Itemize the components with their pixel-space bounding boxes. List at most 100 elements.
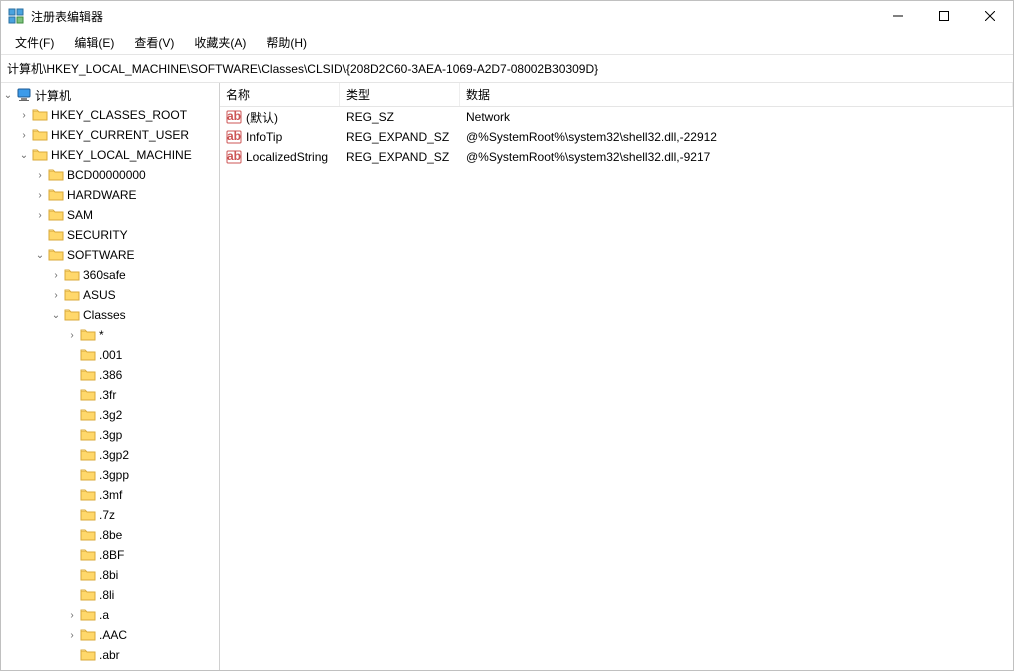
value-type: REG_EXPAND_SZ: [340, 130, 460, 144]
list-row[interactable]: ab(默认)REG_SZNetwork: [220, 107, 1013, 127]
tree-node[interactable]: .3mf: [1, 485, 219, 505]
string-value-icon: ab: [226, 130, 242, 144]
tree-view[interactable]: ⌄ 计算机 › HKEY_CLASSES_ROOT ›HKEY_CURRENT_USER…: [1, 83, 220, 670]
tree-node[interactable]: ›HARDWARE: [1, 185, 219, 205]
folder-icon: [47, 168, 65, 182]
menu-favorites[interactable]: 收藏夹(A): [184, 32, 256, 53]
chevron-right-icon[interactable]: ›: [65, 330, 79, 341]
tree-node[interactable]: › 360safe: [1, 265, 219, 285]
col-data[interactable]: 数据: [460, 83, 1013, 106]
tree-node[interactable]: .001: [1, 345, 219, 365]
tree-node[interactable]: ⌄Classes: [1, 305, 219, 325]
chevron-right-icon[interactable]: ›: [49, 290, 63, 301]
tree-node[interactable]: ›.AAC: [1, 625, 219, 645]
tree-node-label: .8be: [99, 528, 126, 542]
tree-node[interactable]: .8BF: [1, 545, 219, 565]
tree-node-label: 360safe: [83, 268, 130, 282]
tree-node-label: HKEY_LOCAL_MACHINE: [51, 148, 196, 162]
value-name: LocalizedString: [246, 150, 328, 164]
folder-icon: [79, 348, 97, 362]
tree-node-label: 计算机: [35, 87, 75, 104]
chevron-right-icon[interactable]: ›: [33, 190, 47, 201]
svg-text:ab: ab: [227, 110, 241, 123]
list-view: 名称 类型 数据 ab(默认)REG_SZNetworkabInfoTipREG…: [220, 83, 1013, 670]
tree-node[interactable]: .3gp2: [1, 445, 219, 465]
chevron-right-icon[interactable]: ›: [33, 210, 47, 221]
tree-node[interactable]: .3g2: [1, 405, 219, 425]
tree-node[interactable]: › ASUS: [1, 285, 219, 305]
folder-icon: [79, 608, 97, 622]
tree-node[interactable]: .7z: [1, 505, 219, 525]
tree-node[interactable]: .8bi: [1, 565, 219, 585]
menu-file[interactable]: 文件(F): [5, 32, 64, 53]
menubar: 文件(F) 编辑(E) 查看(V) 收藏夹(A) 帮助(H): [1, 31, 1013, 55]
list-row[interactable]: abLocalizedStringREG_EXPAND_SZ@%SystemRo…: [220, 147, 1013, 167]
tree-node[interactable]: ⌄ SOFTWARE: [1, 245, 219, 265]
folder-icon: [31, 128, 49, 142]
tree-node[interactable]: .8be: [1, 525, 219, 545]
tree-node[interactable]: ›HKEY_CURRENT_USER: [1, 125, 219, 145]
folder-icon: [79, 568, 97, 582]
chevron-right-icon[interactable]: ›: [17, 110, 31, 121]
chevron-right-icon[interactable]: ›: [49, 270, 63, 281]
tree-node[interactable]: ⌄ HKEY_LOCAL_MACHINE: [1, 145, 219, 165]
chevron-right-icon[interactable]: ›: [65, 610, 79, 621]
list-row[interactable]: abInfoTipREG_EXPAND_SZ@%SystemRoot%\syst…: [220, 127, 1013, 147]
list-body[interactable]: ab(默认)REG_SZNetworkabInfoTipREG_EXPAND_S…: [220, 107, 1013, 670]
tree-node-label: .3g2: [99, 408, 126, 422]
col-type[interactable]: 类型: [340, 83, 460, 106]
tree-node-label: .8BF: [99, 548, 128, 562]
folder-icon: [79, 448, 97, 462]
tree-node-label: *: [99, 328, 108, 342]
tree-node[interactable]: .3gpp: [1, 465, 219, 485]
tree-node[interactable]: .3fr: [1, 385, 219, 405]
chevron-right-icon[interactable]: ›: [65, 630, 79, 641]
tree-node[interactable]: ›BCD00000000: [1, 165, 219, 185]
list-header: 名称 类型 数据: [220, 83, 1013, 107]
address-bar[interactable]: 计算机\HKEY_LOCAL_MACHINE\SOFTWARE\Classes\…: [1, 55, 1013, 83]
window-controls: [875, 1, 1013, 31]
folder-icon: [79, 648, 97, 662]
registry-editor-window: 注册表编辑器 文件(F) 编辑(E) 查看(V) 收藏夹(A) 帮助(H) 计算…: [0, 0, 1014, 671]
tree-node[interactable]: .386: [1, 365, 219, 385]
tree-node[interactable]: .8li: [1, 585, 219, 605]
tree-node[interactable]: ›.a: [1, 605, 219, 625]
folder-icon: [79, 488, 97, 502]
tree-node-label: .3gpp: [99, 468, 133, 482]
chevron-down-icon[interactable]: ⌄: [1, 90, 15, 101]
folder-icon: [63, 308, 81, 322]
chevron-right-icon[interactable]: ›: [17, 130, 31, 141]
menu-edit[interactable]: 编辑(E): [64, 32, 124, 53]
menu-view[interactable]: 查看(V): [124, 32, 184, 53]
tree-node-label: .001: [99, 348, 126, 362]
tree-node[interactable]: ›*: [1, 325, 219, 345]
folder-icon: [63, 288, 81, 302]
folder-icon: [79, 408, 97, 422]
close-button[interactable]: [967, 1, 1013, 31]
folder-icon: [47, 228, 65, 242]
tree-node-label: ASUS: [83, 288, 120, 302]
folder-icon: [31, 108, 49, 122]
folder-icon: [79, 508, 97, 522]
value-type: REG_EXPAND_SZ: [340, 150, 460, 164]
tree-node[interactable]: .3gp: [1, 425, 219, 445]
menu-help[interactable]: 帮助(H): [256, 32, 317, 53]
tree-node[interactable]: › HKEY_CLASSES_ROOT: [1, 105, 219, 125]
tree-node-label: .3gp2: [99, 448, 133, 462]
maximize-button[interactable]: [921, 1, 967, 31]
chevron-down-icon[interactable]: ⌄: [33, 250, 47, 261]
col-name[interactable]: 名称: [220, 83, 340, 106]
folder-icon: [79, 588, 97, 602]
tree-node[interactable]: .abr: [1, 645, 219, 665]
chevron-right-icon[interactable]: ›: [33, 170, 47, 181]
minimize-button[interactable]: [875, 1, 921, 31]
tree-node-label: SECURITY: [67, 228, 132, 242]
tree-node[interactable]: ⌄ 计算机: [1, 85, 219, 105]
tree-node-label: HKEY_CLASSES_ROOT: [51, 108, 191, 122]
chevron-down-icon[interactable]: ⌄: [17, 150, 31, 161]
chevron-down-icon[interactable]: ⌄: [49, 310, 63, 321]
tree-node[interactable]: SECURITY: [1, 225, 219, 245]
tree-node-label: SOFTWARE: [67, 248, 139, 262]
tree-node[interactable]: ›SAM: [1, 205, 219, 225]
string-value-icon: ab: [226, 150, 242, 164]
